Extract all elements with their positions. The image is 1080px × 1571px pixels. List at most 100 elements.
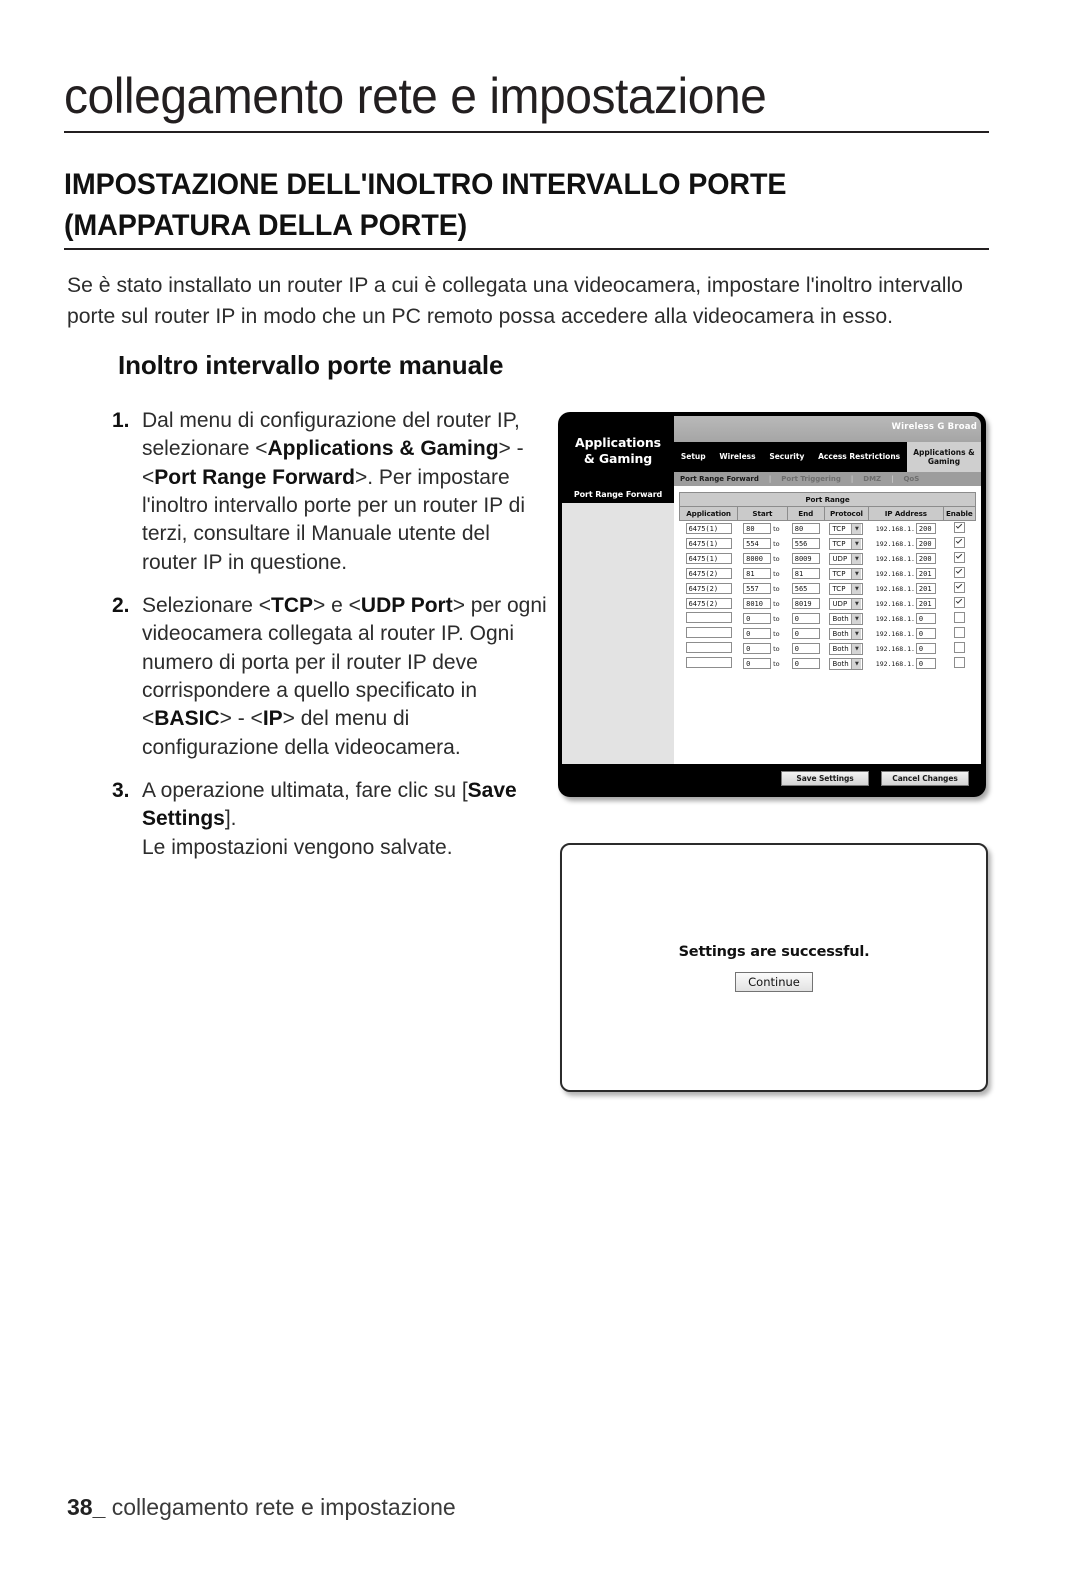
subtab-separator: | [768, 475, 772, 483]
protocol-select[interactable]: TCP ▼ [829, 567, 864, 580]
enable-checkbox[interactable] [953, 582, 965, 593]
start-port-input[interactable]: 0 [743, 613, 772, 624]
end-port-input[interactable]: 0 [791, 658, 820, 669]
protocol-select[interactable]: Both ▼ [829, 642, 864, 655]
ip-last-octet-input[interactable]: 200 [915, 553, 936, 564]
save-settings-button[interactable]: Save Settings [781, 770, 869, 786]
protocol-value: Both [832, 629, 849, 638]
start-port-input[interactable]: 0 [743, 628, 772, 639]
enable-checkbox[interactable] [953, 642, 965, 653]
enable-checkbox[interactable] [953, 657, 965, 668]
end-port-input[interactable]: 0 [791, 643, 820, 654]
subtab-port-range-forward[interactable]: Port Range Forward [680, 475, 759, 483]
ip-last-octet-input[interactable]: 0 [915, 658, 936, 669]
subtab-qos[interactable]: QoS [903, 475, 919, 483]
cell-ip-address: 192.168.1. 200 [869, 551, 944, 566]
ip-last-octet-input[interactable]: 200 [915, 538, 936, 549]
cell-start: 554 to [738, 536, 787, 551]
end-port-input[interactable]: 556 [791, 538, 820, 549]
application-input[interactable]: 6475(2) [685, 583, 732, 594]
end-port-input[interactable]: 565 [791, 583, 820, 594]
enable-checkbox[interactable] [953, 597, 965, 608]
table-row: 6475(2) 8010 to 8019 UDP ▼ 192.168.1. 201 [680, 596, 976, 611]
protocol-select[interactable]: UDP ▼ [829, 552, 864, 565]
end-port-input[interactable]: 8019 [791, 598, 820, 609]
tab-applications-and-gaming[interactable]: Applications & Gaming [906, 442, 981, 472]
cell-ip-address: 192.168.1. 201 [869, 566, 944, 581]
tab-security[interactable]: Security [762, 452, 811, 461]
end-port-input[interactable]: 0 [791, 613, 820, 624]
application-input[interactable] [685, 657, 732, 668]
continue-button[interactable]: Continue [735, 971, 813, 992]
enable-checkbox[interactable] [953, 627, 965, 638]
ip-last-octet-input[interactable]: 0 [915, 643, 936, 654]
enable-checkbox[interactable] [953, 552, 965, 563]
router-brand-bar: Wireless G Broad [674, 416, 981, 442]
application-input[interactable] [685, 612, 732, 623]
start-port-input[interactable]: 81 [743, 568, 772, 579]
cell-application [680, 656, 738, 671]
cell-protocol: UDP ▼ [824, 596, 868, 611]
protocol-value: TCP [832, 524, 846, 533]
protocol-select[interactable]: Both ▼ [829, 612, 864, 625]
protocol-select[interactable]: TCP ▼ [829, 537, 864, 550]
application-input[interactable] [685, 642, 732, 653]
table-row: 6475(1) 8000 to 8009 UDP ▼ 192.168.1. 200 [680, 551, 976, 566]
chevron-down-icon: ▼ [851, 628, 862, 639]
start-port-input[interactable]: 8000 [743, 553, 772, 564]
application-input[interactable]: 6475(2) [685, 568, 732, 579]
page-title-text: collegamento rete e impostazione [64, 68, 767, 124]
ip-last-octet-input[interactable]: 201 [915, 583, 936, 594]
ip-last-octet-input[interactable]: 0 [915, 628, 936, 639]
application-input[interactable]: 6475(1) [685, 553, 732, 564]
start-port-input[interactable]: 554 [743, 538, 772, 549]
end-port-input[interactable]: 8009 [791, 553, 820, 564]
enable-checkbox[interactable] [953, 522, 965, 533]
ip-last-octet-input[interactable]: 201 [915, 598, 936, 609]
start-port-input[interactable]: 0 [743, 658, 772, 669]
application-input[interactable]: 6475(2) [685, 598, 732, 609]
cell-protocol: Both ▼ [824, 626, 868, 641]
cell-enable [943, 626, 975, 641]
protocol-value: Both [832, 614, 849, 623]
subtab-dmz[interactable]: DMZ [863, 475, 881, 483]
cell-start: 8010 to [738, 596, 787, 611]
table-row: 6475(1) 80 to 80 TCP ▼ 192.168.1. 200 [680, 521, 976, 537]
start-port-input[interactable]: 0 [743, 643, 772, 654]
tab-access-restrictions[interactable]: Access Restrictions [811, 452, 907, 461]
application-input[interactable] [685, 627, 732, 638]
tab-setup[interactable]: Setup [674, 452, 713, 461]
start-port-input[interactable]: 8010 [743, 598, 772, 609]
enable-checkbox[interactable] [953, 537, 965, 548]
ip-last-octet-input[interactable]: 0 [915, 613, 936, 624]
ip-last-octet-input[interactable]: 201 [915, 568, 936, 579]
protocol-select[interactable]: TCP ▼ [829, 522, 864, 535]
to-label: to [773, 615, 780, 623]
end-port-input[interactable]: 81 [791, 568, 820, 579]
cell-start: 0 to [738, 641, 787, 656]
cell-application: 6475(2) [680, 566, 738, 581]
protocol-value: Both [832, 659, 849, 668]
cell-enable [943, 656, 975, 671]
protocol-select[interactable]: UDP ▼ [829, 597, 864, 610]
cell-ip-address: 192.168.1. 201 [869, 581, 944, 596]
cancel-changes-button[interactable]: Cancel Changes [881, 770, 969, 786]
subtab-port-triggering[interactable]: Port Triggering [781, 475, 841, 483]
tab-wireless[interactable]: Wireless [713, 452, 763, 461]
protocol-select[interactable]: TCP ▼ [829, 582, 864, 595]
start-port-input[interactable]: 80 [743, 523, 772, 534]
cell-enable [943, 521, 975, 537]
end-port-input[interactable]: 0 [791, 628, 820, 639]
page-footer: 38_ collegamento rete e impostazione [67, 1494, 456, 1521]
to-label: to [773, 660, 780, 668]
protocol-select[interactable]: Both ▼ [829, 627, 864, 640]
ip-last-octet-input[interactable]: 200 [915, 523, 936, 534]
enable-checkbox[interactable] [953, 567, 965, 578]
protocol-select[interactable]: Both ▼ [829, 657, 864, 670]
start-port-input[interactable]: 557 [743, 583, 772, 594]
end-port-input[interactable]: 80 [791, 523, 820, 534]
enable-checkbox[interactable] [953, 612, 965, 623]
application-input[interactable]: 6475(1) [685, 523, 732, 534]
application-input[interactable]: 6475(1) [685, 538, 732, 549]
table-row: 0 to 0 Both ▼ 192.168.1. 0 [680, 641, 976, 656]
